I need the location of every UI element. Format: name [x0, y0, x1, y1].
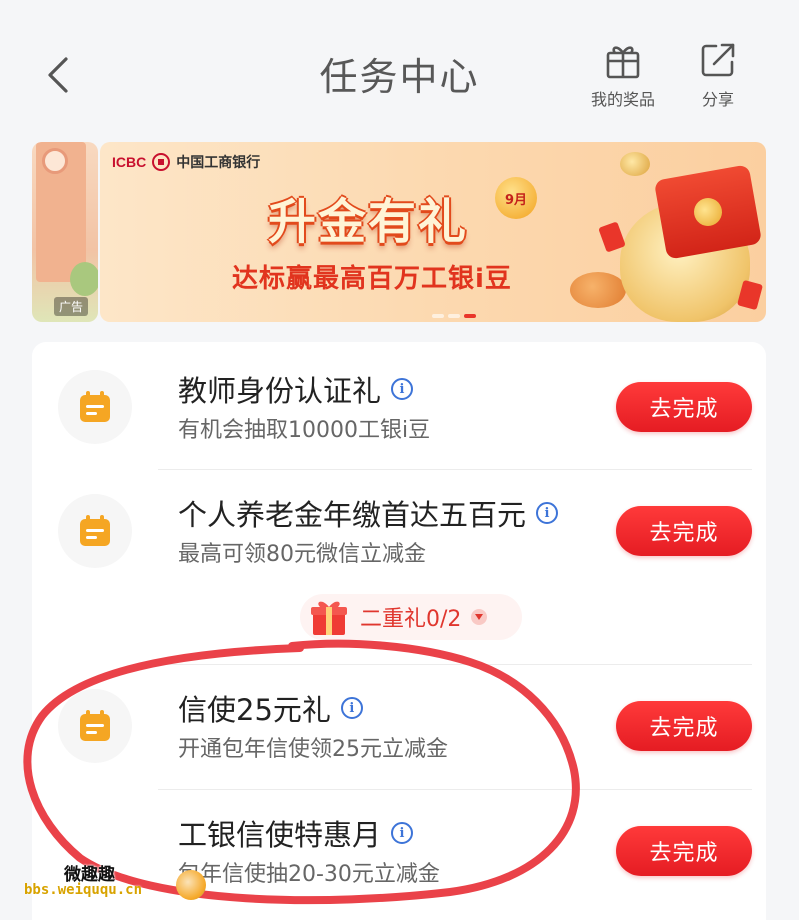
task-title-wrap: 教师身份认证礼 i: [178, 368, 414, 410]
share-label: 分享: [701, 90, 734, 109]
task-desc: 开通包年信使领25元立减金: [178, 737, 448, 762]
task-title: 个人养老金年缴首达五百元: [178, 498, 527, 532]
task-title: 教师身份认证礼: [178, 374, 382, 408]
my-prizes-label: 我的奖品: [590, 90, 655, 109]
tree-illustration: [70, 262, 98, 296]
task-desc: 有机会抽取10000工银i豆: [178, 418, 431, 443]
share-button[interactable]: 分享: [673, 40, 763, 120]
task-item: 信使25元礼 i 开通包年信使领25元立减金 去完成: [32, 665, 766, 789]
bonus-tier-badge[interactable]: 二重礼0/2: [300, 594, 522, 640]
watermark-url: bbs.weiququ.cn: [24, 882, 143, 898]
icbc-logo-icon: [152, 153, 171, 171]
go-complete-button[interactable]: 去完成: [616, 826, 752, 876]
carousel-dot: [432, 314, 444, 318]
banner-carousel[interactable]: 广告 ICBC 中国工商银行 升金有礼 9月 达标赢最高百万工银i豆: [32, 142, 766, 322]
month-badge: 9月: [495, 177, 537, 219]
info-icon[interactable]: i: [391, 822, 414, 844]
bread-illustration: [570, 272, 626, 308]
clock-icon: [42, 148, 68, 174]
calendar-icon: [80, 391, 110, 422]
task-list: 教师身份认证礼 i 有机会抽取10000工银i豆 去完成 个人养老金年缴首达五百…: [32, 342, 766, 920]
bank-brand: ICBC: [112, 154, 147, 170]
chevron-down-icon: [471, 609, 488, 625]
task-title-wrap: 工银信使特惠月 i: [178, 812, 414, 854]
info-icon[interactable]: i: [340, 697, 363, 719]
mascot-icon: [176, 870, 206, 900]
bonus-text: 二重礼0/2: [360, 607, 462, 632]
task-icon: [58, 370, 132, 444]
task-item: 个人养老金年缴首达五百元 i 最高可领80元微信立减金 去完成: [32, 470, 766, 594]
carousel-dot-active: [464, 314, 476, 318]
watermark: 微趣趣 bbs.weiququ.cn: [24, 860, 214, 910]
task-icon: [58, 494, 132, 568]
header-bar: 任务中心 我的奖品 分享: [0, 0, 799, 130]
go-complete-button[interactable]: 去完成: [616, 382, 752, 432]
calendar-icon: [80, 515, 110, 546]
gift-box-icon: [311, 601, 347, 635]
task-desc: 包年信使抽20-30元立减金: [178, 862, 440, 887]
info-icon[interactable]: i: [536, 502, 559, 524]
info-icon[interactable]: i: [391, 378, 414, 400]
banner-subtitle: 达标赢最高百万工银i豆: [232, 264, 512, 294]
share-icon: [701, 43, 735, 77]
coin-icon: [691, 195, 725, 229]
task-title-wrap: 个人养老金年缴首达五百元 i: [178, 492, 559, 534]
gift-icon: [606, 46, 640, 79]
coin-icon: [620, 152, 650, 176]
bank-name: 中国工商银行: [176, 155, 261, 171]
go-complete-button[interactable]: 去完成: [616, 506, 752, 556]
carousel-indicator: [432, 314, 476, 318]
go-complete-button[interactable]: 去完成: [616, 701, 752, 751]
task-item: 教师身份认证礼 i 有机会抽取10000工银i豆 去完成: [32, 342, 766, 466]
task-title-wrap: 信使25元礼 i: [178, 687, 363, 729]
calendar-icon: [80, 710, 110, 741]
task-desc: 最高可领80元微信立减金: [178, 542, 426, 567]
my-prizes-button[interactable]: 我的奖品: [578, 40, 668, 120]
banner-slide-previous[interactable]: 广告: [32, 142, 98, 322]
carousel-dot: [448, 314, 460, 318]
banner-headline: 升金有礼: [268, 194, 469, 250]
red-envelope-illustration: [653, 164, 763, 260]
task-icon: [58, 689, 132, 763]
bank-logo: ICBC 中国工商银行: [112, 152, 260, 172]
banner-slide-active[interactable]: ICBC 中国工商银行 升金有礼 9月 达标赢最高百万工银i豆: [100, 142, 766, 322]
task-title: 工银信使特惠月: [178, 818, 382, 852]
ad-label: 广告: [54, 297, 89, 316]
task-title: 信使25元礼: [178, 693, 331, 727]
